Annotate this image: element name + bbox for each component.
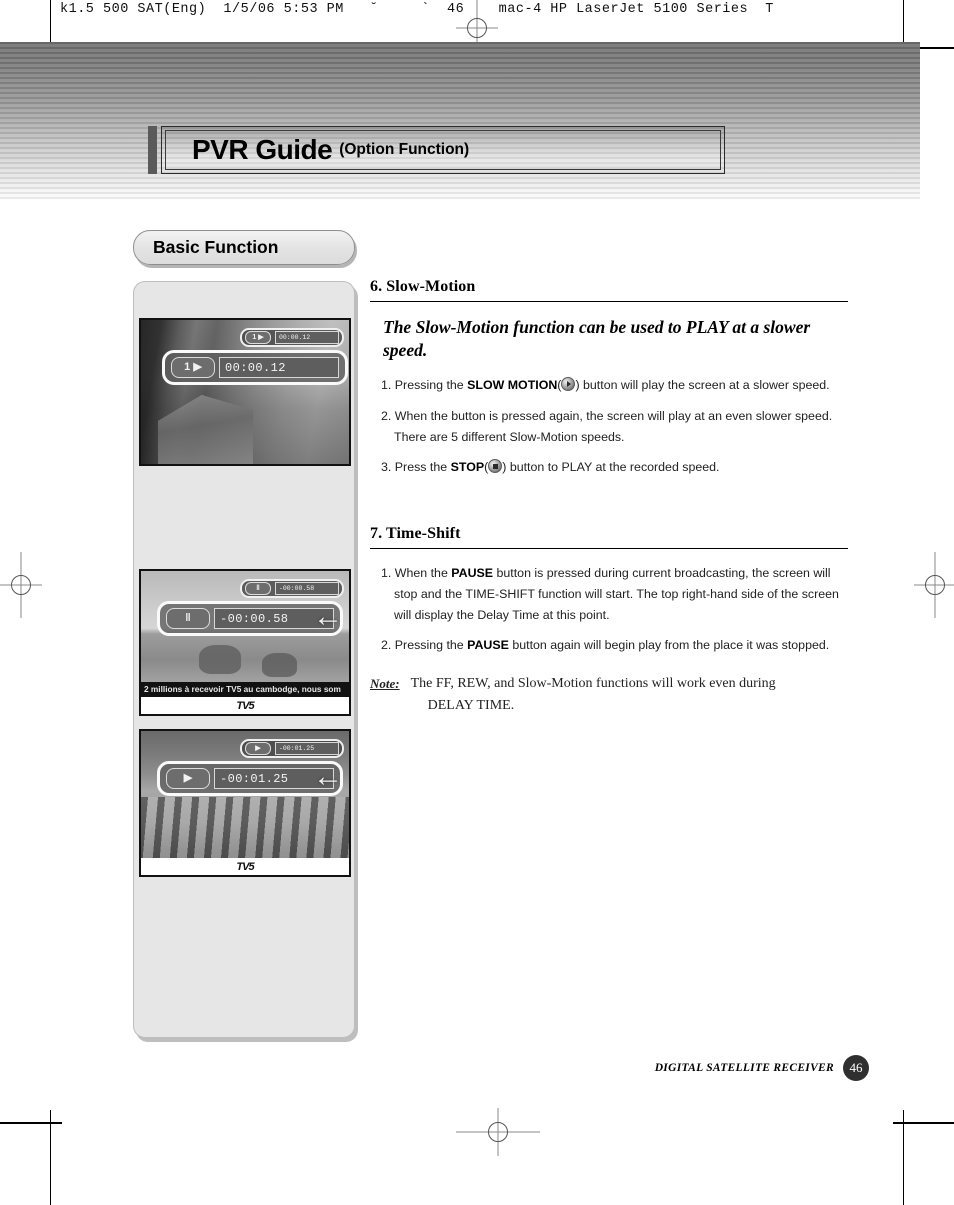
step-text-post: button will play the screen at a slower … — [579, 378, 830, 393]
step-number: 1. — [381, 378, 392, 393]
step-keyword: PAUSE — [451, 565, 494, 580]
crop-mark-bottom-right-vertical — [903, 1110, 904, 1205]
osd-small-slow: 1 ▶ 00:00.12 — [240, 328, 344, 347]
illustration-panel: 1 ▶ 00:00.12 1 ▶ 00:00.12 ‖ -00:00.58 ‖ … — [133, 281, 355, 1038]
stop-button-icon — [488, 459, 503, 474]
section-tab-label: Basic Function — [153, 237, 279, 257]
page-footer: DIGITAL SATELLITE RECEIVER 46 — [655, 1055, 869, 1081]
step-keyword: STOP — [450, 460, 485, 475]
osd-callout-slow: 1 ▶ 00:00.12 — [162, 350, 348, 385]
page-title-banner: PVR Guide (Option Function) — [148, 126, 725, 174]
callout-arrow-play-icon: ← — [313, 760, 343, 793]
osd-time-play-small: -00:01.25 — [275, 742, 339, 755]
note-label: Note: — [370, 675, 400, 691]
section-slow-motion: 6. Slow-Motion The Slow-Motion function … — [370, 278, 848, 479]
osd-small-pause: ‖ -00:00.58 — [240, 579, 344, 598]
osd-time-pause-small: -00:00.58 — [275, 582, 339, 595]
osd-icon-pause-small: ‖ — [245, 582, 271, 595]
note-block: Note: The FF, REW, and Slow-Motion funct… — [370, 673, 848, 718]
registration-mark-left — [0, 552, 42, 618]
section-time-shift: 7. Time-Shift 1. When the PAUSE button i… — [370, 525, 848, 718]
callout-arrow-pause-icon: ← — [313, 600, 343, 633]
osd-icon-slow: 1 ▶ — [171, 357, 215, 378]
step-number: 2. — [381, 638, 392, 653]
step-number: 2. — [381, 408, 392, 423]
section-lead-slow-motion: The Slow-Motion function can be used to … — [383, 317, 811, 361]
play-button-icon — [561, 377, 576, 392]
subtitle-bar-pause: 2 millions à recevoir TV5 au cambodge, n… — [141, 682, 349, 697]
step-keyword: SLOW MOTION — [467, 378, 558, 393]
registration-mark-right — [914, 552, 954, 618]
slow-motion-screenshot: 1 ▶ 00:00.12 1 ▶ 00:00.12 — [139, 318, 351, 466]
osd-time-slow-small: 00:00.12 — [275, 331, 339, 344]
steps-slow-motion: 1. Pressing the SLOW MOTION() button wil… — [370, 375, 848, 478]
step-text-pre: Pressing the — [394, 378, 468, 393]
crop-mark-right-vertical — [903, 0, 904, 42]
step-number: 3. — [381, 460, 392, 475]
step-text-pre: Press the — [394, 460, 451, 475]
osd-icon-slow-small: 1 ▶ — [245, 331, 271, 344]
crop-mark-bottom-right-horizontal — [893, 1122, 954, 1124]
channel-logo-bar-pause: TV5 — [141, 697, 349, 714]
title-bar-inner: PVR Guide (Option Function) — [165, 130, 721, 170]
crop-mark-bottom-left-horizontal — [0, 1122, 62, 1124]
page-subtitle: (Option Function) — [339, 141, 470, 159]
step-item: 3. Press the STOP() button to PLAY at th… — [381, 459, 720, 475]
step-text-pre: When the button is pressed again, the sc… — [394, 408, 833, 444]
page-number-badge: 46 — [843, 1055, 869, 1081]
channel-logo-pause: TV5 — [236, 699, 254, 712]
step-text-pre: Pressing the — [394, 638, 468, 653]
steps-time-shift: 1. When the PAUSE button is pressed duri… — [370, 563, 848, 657]
step-item: 2. When the button is pressed again, the… — [370, 406, 848, 449]
step-text-post: button again will begin play from the pl… — [508, 638, 830, 653]
section-heading-time-shift: 7. Time-Shift — [370, 525, 848, 549]
page-title: PVR Guide — [192, 134, 333, 165]
step-text-pre: When the — [394, 565, 452, 580]
osd-time-slow: 00:00.12 — [219, 357, 339, 378]
crop-mark-left-vertical — [50, 0, 51, 42]
title-accent-bar — [148, 126, 157, 174]
registration-mark-bottom — [456, 1108, 540, 1156]
step-item: 1. Pressing the SLOW MOTION() button wil… — [381, 377, 830, 393]
footer-product-text: DIGITAL SATELLITE RECEIVER — [654, 1062, 834, 1074]
step-item: 2. Pressing the PAUSE button again will … — [370, 635, 848, 656]
step-item: 1. When the PAUSE button is pressed duri… — [370, 563, 848, 627]
play-resume-screenshot: ▶ -00:01.25 ▶ -00:01.25 ← TV5 — [139, 729, 351, 877]
channel-logo-bar-play: TV5 — [141, 858, 349, 875]
osd-icon-play-small: ▶ — [245, 742, 271, 755]
note-body: The FF, REW, and Slow-Motion functions w… — [411, 673, 776, 718]
pause-timeshift-screenshot: ‖ -00:00.58 ‖ -00:00.58 ← 2 millions à r… — [139, 569, 351, 716]
note-line-1: The FF, REW, and Slow-Motion functions w… — [410, 675, 776, 691]
step-text-post: button to PLAY at the recorded speed. — [506, 460, 720, 475]
step-number: 1. — [381, 565, 392, 580]
section-tab-basic-function: Basic Function — [133, 230, 355, 265]
step-keyword: PAUSE — [467, 638, 509, 653]
osd-icon-pause: ‖ — [166, 608, 210, 629]
channel-logo-play: TV5 — [236, 860, 254, 873]
instruction-content: 6. Slow-Motion The Slow-Motion function … — [370, 278, 848, 718]
title-bar: PVR Guide (Option Function) — [161, 126, 725, 174]
osd-icon-play: ▶ — [166, 768, 210, 789]
plate-info-line: k1.5 500 SAT(Eng) 1/5/06 5:53 PM ˘ ` 46 … — [60, 2, 774, 17]
crop-mark-bottom-left-vertical — [50, 1110, 51, 1205]
header-gradient-band — [0, 42, 920, 202]
osd-small-play: ▶ -00:01.25 — [240, 739, 344, 758]
note-line-2: DELAY TIME. — [427, 698, 515, 714]
section-heading-slow-motion: 6. Slow-Motion — [370, 278, 848, 302]
